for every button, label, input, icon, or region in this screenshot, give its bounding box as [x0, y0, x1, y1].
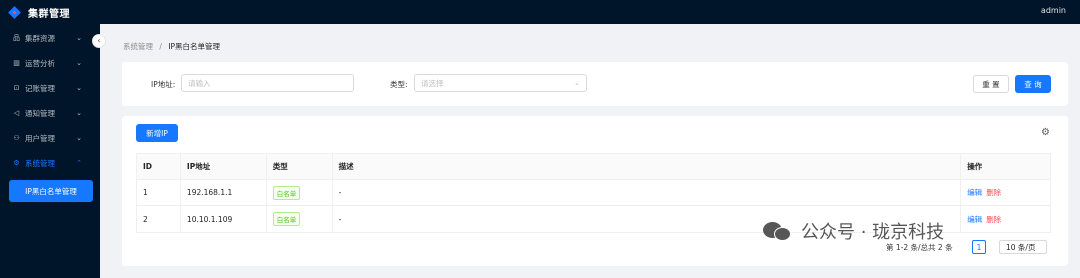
delete-link[interactable]: 删除 — [986, 187, 1001, 198]
collapse-sidebar-button[interactable]: ‹ — [92, 34, 106, 48]
cell-type: 白名单 — [267, 180, 333, 205]
cell-id: 2 — [137, 206, 181, 232]
breadcrumb-current: IP黑白名单管理 — [168, 42, 221, 51]
gear-icon: ⚙ — [13, 159, 20, 167]
chevron-down-icon: ⌄ — [76, 109, 82, 117]
column-header-type[interactable]: 类型 — [267, 154, 333, 179]
chevron-down-icon: ⌄ — [76, 59, 82, 67]
chart-icon: ▥ — [13, 59, 20, 67]
settings-gear-icon[interactable]: ⚙ — [1041, 127, 1050, 138]
type-label: 类型: — [390, 80, 408, 89]
type-tag: 白名单 — [272, 212, 301, 226]
reset-button[interactable]: 重 置 — [973, 75, 1009, 93]
chevron-down-icon: ⌄ — [574, 79, 580, 87]
cell-ip: 192.168.1.1 — [181, 180, 267, 205]
sidebar-item-cluster-resources[interactable]: 品 集群资源 ⌄ — [0, 26, 100, 50]
type-select-placeholder: 请选择 — [421, 78, 444, 88]
server-icon: 品 — [13, 34, 20, 42]
app-logo[interactable]: 集群管理 — [0, 5, 70, 20]
sidebar-item-users[interactable]: ⚇ 用户管理 ⌄ — [0, 126, 100, 150]
sidebar-subitem-ip-list[interactable]: IP黑白名单管理 — [9, 180, 93, 202]
ledger-icon: ⊡ — [13, 84, 20, 92]
sidebar-item-label: 运营分析 — [25, 58, 55, 68]
pagination-page-1[interactable]: 1 — [972, 240, 986, 254]
edit-link[interactable]: 编辑 — [967, 214, 982, 225]
cell-id: 1 — [137, 180, 181, 205]
table-header-row: ID IP地址 类型 描述 操作 — [137, 154, 1050, 180]
search-panel: IP地址: 请输入 类型: 请选择 ⌄ 重 置 查 询 — [122, 62, 1068, 106]
ip-input[interactable]: 请输入 — [181, 74, 354, 92]
user-menu[interactable]: admin — [1041, 6, 1066, 15]
chevron-up-icon: ⌃ — [76, 159, 82, 167]
column-header-actions: 操作 — [967, 162, 983, 171]
breadcrumb: 系统管理 / IP黑白名单管理 — [123, 41, 220, 52]
cell-actions: 编辑 删除 — [961, 180, 1050, 205]
ip-input-placeholder: 请输入 — [188, 78, 211, 88]
column-header-ip[interactable]: IP地址 — [181, 154, 267, 179]
type-tag: 白名单 — [272, 185, 301, 200]
type-select[interactable]: 请选择 ⌄ — [414, 74, 587, 92]
sidebar-item-label: 通知管理 — [25, 108, 55, 118]
sidebar-item-label: 系统管理 — [25, 158, 55, 168]
sidebar-item-notifications[interactable]: ◁ 通知管理 ⌄ — [0, 101, 100, 125]
edit-link[interactable]: 编辑 — [967, 187, 982, 198]
ip-label: IP地址: — [151, 80, 176, 89]
column-header-id[interactable]: ID — [137, 154, 181, 179]
user-icon: ⚇ — [13, 134, 20, 142]
query-button[interactable]: 查 询 — [1015, 75, 1051, 93]
sidebar: 品 集群资源 ⌄ ▥ 运营分析 ⌄ ⊡ 记账管理 ⌄ ◁ 通知管理 ⌄ ⚇ 用户… — [0, 24, 100, 278]
sidebar-item-system[interactable]: ⚙ 系统管理 ⌃ — [0, 151, 100, 175]
wechat-icon — [763, 220, 793, 242]
chevron-down-icon: ⌄ — [76, 34, 82, 42]
column-header-desc[interactable]: 描述 — [333, 154, 962, 179]
watermark: 公众号 · 珑京科技 — [763, 218, 944, 244]
delete-link[interactable]: 删除 — [986, 214, 1001, 225]
sidebar-item-label: 集群资源 — [25, 33, 55, 43]
sidebar-item-label: 用户管理 — [25, 133, 55, 143]
sidebar-item-operation-analysis[interactable]: ▥ 运营分析 ⌄ — [0, 51, 100, 75]
add-ip-button[interactable]: 新增IP — [136, 124, 178, 142]
chevron-left-icon: ‹ — [97, 36, 101, 45]
app-title: 集群管理 — [28, 8, 70, 20]
breadcrumb-parent[interactable]: 系统管理 — [123, 42, 153, 51]
page-size-select[interactable]: 10 条/页 — [999, 240, 1047, 254]
table-row: 1 192.168.1.1 白名单 - 编辑 删除 — [137, 180, 1050, 206]
cell-type: 白名单 — [267, 206, 333, 232]
logo-icon — [7, 5, 22, 20]
breadcrumb-separator: / — [159, 42, 162, 51]
top-header: 集群管理 admin — [0, 0, 1080, 24]
cell-ip: 10.10.1.109 — [181, 206, 267, 232]
sidebar-item-accounting[interactable]: ⊡ 记账管理 ⌄ — [0, 76, 100, 100]
megaphone-icon: ◁ — [13, 109, 20, 117]
cell-actions: 编辑 删除 — [961, 206, 1050, 232]
watermark-text: 公众号 · 珑京科技 — [801, 222, 945, 243]
chevron-down-icon: ⌄ — [76, 84, 82, 92]
chevron-down-icon: ⌄ — [76, 134, 82, 142]
cell-desc: - — [333, 180, 962, 205]
sidebar-item-label: 记账管理 — [25, 83, 55, 93]
